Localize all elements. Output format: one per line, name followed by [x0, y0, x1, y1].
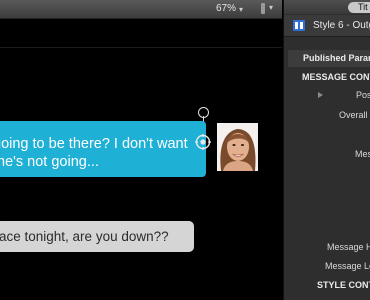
outgoing-message-line-2: he's not going...	[0, 154, 99, 170]
inspector-panel: Tit Style 6 - Outgo Published Param MESS…	[283, 0, 370, 300]
inspector-body: Published Param MESSAGE CONTR Pos Overal…	[284, 37, 370, 300]
message-label: Mes	[355, 149, 370, 159]
style-controls-label: STYLE CONTR	[317, 280, 370, 290]
anchor-point-icon[interactable]	[195, 134, 211, 150]
canvas-viewer[interactable]: going to be there? I don't want he's not…	[0, 19, 282, 300]
message-controls-label: MESSAGE CONTR	[302, 72, 370, 82]
overall-label: Overall S	[339, 110, 370, 120]
avatar	[217, 123, 258, 171]
incoming-message-text: lace tonight, are you down??	[0, 229, 169, 244]
zoom-control[interactable]: 67% ▾	[216, 2, 266, 15]
message-height-label: Message He	[327, 242, 370, 252]
disclosure-triangle-icon[interactable]	[318, 92, 323, 98]
outgoing-message-bubble[interactable]: going to be there? I don't want he's not…	[0, 121, 206, 177]
inspector-header: Style 6 - Outgo	[284, 15, 370, 37]
tab-title[interactable]: Tit	[348, 2, 370, 13]
zoom-dropdown-icon[interactable]: ▾	[239, 3, 243, 16]
view-options-icon[interactable]	[261, 3, 265, 14]
title-document-icon	[293, 20, 305, 31]
inspector-tab-bar: Tit	[284, 0, 370, 14]
zoom-value: 67%	[216, 3, 237, 14]
position-label: Pos	[356, 90, 370, 100]
message-length-label: Message Le	[325, 261, 370, 271]
canvas-toolbar: 67% ▾ ▾	[0, 0, 282, 19]
view-dropdown-icon[interactable]: ▾	[269, 3, 273, 12]
inspector-title: Style 6 - Outgo	[313, 20, 370, 31]
outgoing-message-line-1: going to be there? I don't want	[0, 136, 188, 152]
published-params-label: Published Param	[303, 53, 370, 63]
incoming-message-bubble[interactable]: lace tonight, are you down??	[0, 221, 194, 252]
canvas-divider	[0, 47, 282, 48]
